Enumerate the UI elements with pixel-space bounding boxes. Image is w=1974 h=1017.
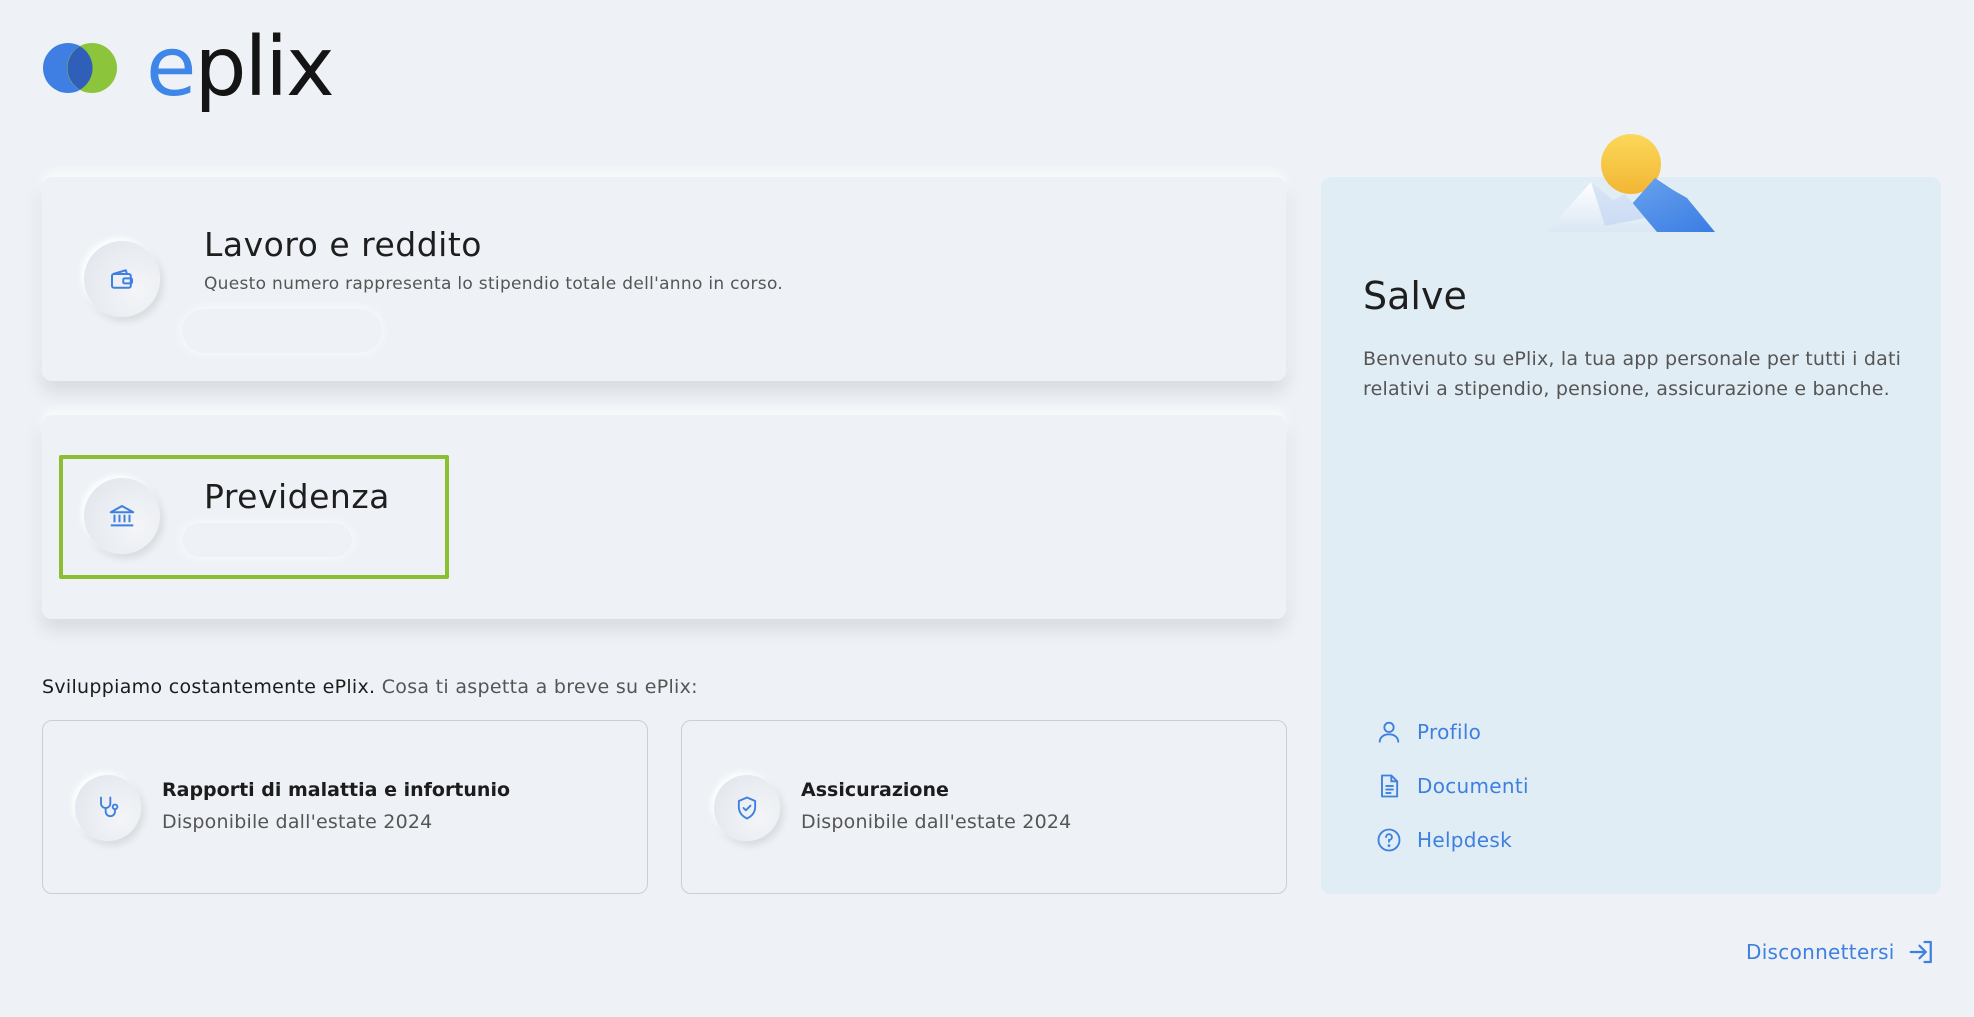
- logout-label: Disconnettersi: [1746, 940, 1895, 964]
- documents-link-label: Documenti: [1417, 774, 1529, 798]
- shield-check-icon: [737, 796, 757, 820]
- insurance-title: Assicurazione: [801, 779, 949, 801]
- eplix-logo-mark: [43, 43, 117, 93]
- logout-icon: [1909, 940, 1932, 964]
- eplix-wordmark: eplix: [146, 20, 335, 115]
- sickness-title: Rapporti di malattia e infortunio: [162, 779, 511, 801]
- coming-soon-card-insurance: Assicurazione Disponibile dall'estate 20…: [681, 720, 1287, 894]
- sun-mountains-illustration: [1547, 134, 1715, 232]
- welcome-panel: Salve Benvenuto su ePlix, la tua app per…: [1321, 177, 1941, 894]
- documents-link[interactable]: Documenti: [1375, 759, 1529, 813]
- helpdesk-link-label: Helpdesk: [1417, 828, 1512, 852]
- sickness-availability: Disponibile dall'estate 2024: [162, 811, 433, 833]
- welcome-title: Salve: [1363, 274, 1467, 318]
- work-income-value-placeholder: [182, 309, 382, 353]
- work-income-subtitle: Questo numero rappresenta lo stipendio t…: [204, 274, 784, 294]
- user-icon: [1378, 721, 1400, 743]
- welcome-text: Benvenuto su ePlix, la tua app personale…: [1363, 348, 1902, 400]
- work-income-title: Lavoro e reddito: [204, 225, 482, 264]
- pension-card[interactable]: Previdenza: [42, 415, 1286, 619]
- pension-value-placeholder: [182, 523, 352, 557]
- document-icon: [1381, 774, 1399, 798]
- insurance-icon-circle: [714, 775, 780, 841]
- coming-soon-card-sickness: Rapporti di malattia e infortunio Dispon…: [42, 720, 648, 894]
- logout-button[interactable]: Disconnettersi: [1746, 937, 1937, 967]
- work-income-icon-circle: [84, 241, 160, 317]
- help-icon: [1377, 828, 1401, 852]
- pension-icon-circle: [84, 478, 160, 554]
- insurance-availability: Disponibile dall'estate 2024: [801, 811, 1072, 833]
- helpdesk-link[interactable]: Helpdesk: [1375, 813, 1529, 867]
- eplix-logo[interactable]: eplix: [42, 20, 335, 115]
- stethoscope-icon: [100, 796, 119, 818]
- pension-title: Previdenza: [204, 477, 390, 516]
- coming-soon-lead: Sviluppiamo costantemente ePlix. Cosa ti…: [42, 676, 698, 698]
- panel-links: Profilo Documenti Helpdesk: [1375, 705, 1529, 867]
- bank-icon: [109, 505, 135, 527]
- profile-link[interactable]: Profilo: [1375, 705, 1529, 759]
- profile-link-label: Profilo: [1417, 720, 1482, 744]
- work-income-card[interactable]: Lavoro e reddito Questo numero rappresen…: [42, 177, 1286, 381]
- sickness-icon-circle: [75, 775, 141, 841]
- wallet-icon: [111, 269, 133, 289]
